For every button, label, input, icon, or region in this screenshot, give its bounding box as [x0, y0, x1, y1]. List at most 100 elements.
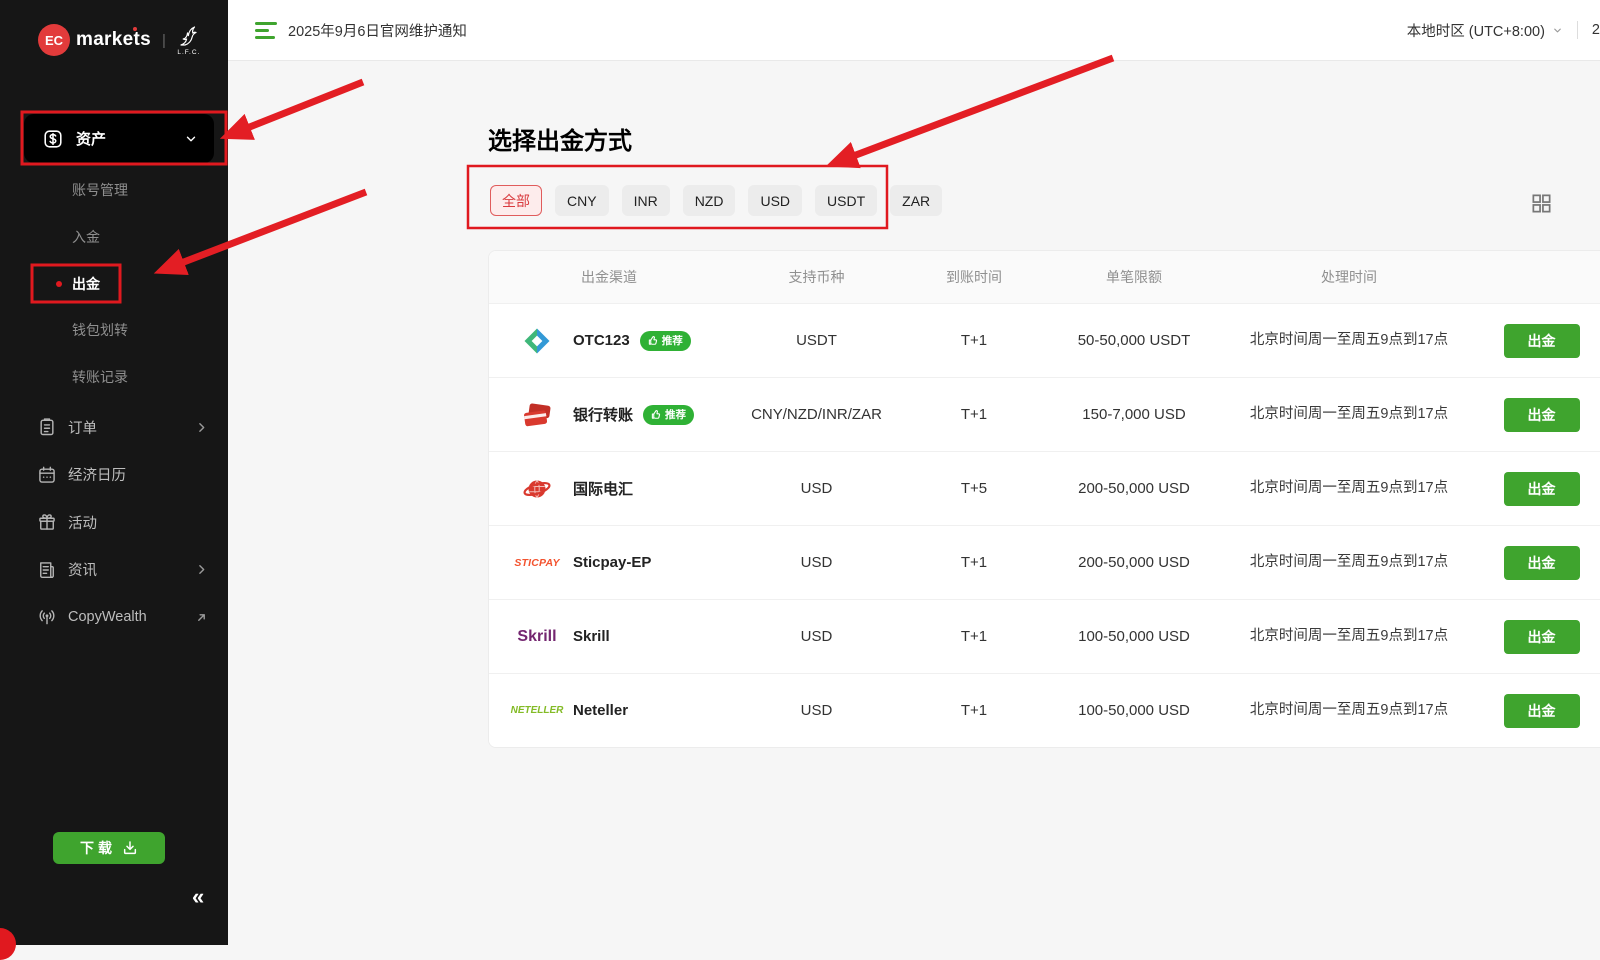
table-row: 国际电汇 USD T+5 200-50,000 USD 北京时间周一至周五9点到…: [489, 451, 1600, 525]
liver-bird-icon: [177, 24, 201, 48]
channel-cell: STICPAY Sticpay-EP: [489, 554, 729, 571]
annotation-arrow-assets: [242, 82, 363, 130]
topbar-right: 本地时区 (UTC+8:00) 2: [1407, 0, 1600, 60]
processing-cell: 北京时间周一至周五9点到17点: [1224, 329, 1474, 353]
sidebar-item-orders[interactable]: 订单: [0, 413, 228, 441]
channel-name: Sticpay-EP: [573, 554, 651, 571]
processing-cell: 北京时间周一至周五9点到17点: [1224, 403, 1474, 427]
card-view-toggle-icon[interactable]: [1530, 192, 1553, 215]
table-row: STICPAY Sticpay-EP USD T+1 200-50,000 US…: [489, 525, 1600, 599]
sidebar-item-label: 活动: [68, 512, 97, 533]
filter-chip-CNY[interactable]: CNY: [555, 185, 609, 216]
currency-cell: USDT: [729, 332, 904, 349]
chevron-right-icon: [195, 563, 208, 576]
sidebar-item-label: 经济日历: [68, 464, 126, 485]
download-icon: [122, 840, 138, 856]
sidebar-item-copywealth[interactable]: CopyWealth: [0, 603, 228, 631]
filter-chip-INR[interactable]: INR: [622, 185, 670, 216]
currency-cell: USD: [729, 554, 904, 571]
recommended-badge: 推荐: [643, 405, 694, 425]
arrival-cell: T+1: [904, 332, 1044, 349]
sidebar-item-economic-calendar[interactable]: 经济日历: [0, 461, 228, 489]
lfc-logo: L.F.C.: [177, 24, 201, 56]
limit-cell: 150-7,000 USD: [1044, 406, 1224, 423]
sticpay-logo: STICPAY: [514, 557, 559, 569]
thumb-up-icon: [651, 409, 662, 420]
sidebar-item-assets[interactable]: 资产: [24, 114, 214, 163]
news-icon: [36, 560, 58, 580]
arrival-cell: T+1: [904, 628, 1044, 645]
withdraw-button[interactable]: 出金: [1504, 620, 1580, 654]
withdraw-button[interactable]: 出金: [1504, 472, 1580, 506]
topbar: 2025年9月6日官网维护通知 本地时区 (UTC+8:00) 2: [228, 0, 1600, 61]
sidebar-item-account-management[interactable]: 账号管理: [72, 179, 128, 201]
withdrawal-methods-table: 出金渠道支持币种到账时间单笔限额处理时间 OTC123推荐 USDT T+1 5…: [488, 250, 1600, 748]
table-header: 出金渠道支持币种到账时间单笔限额处理时间: [489, 251, 1600, 303]
timezone-selector[interactable]: 本地时区 (UTC+8:00): [1407, 20, 1545, 41]
currency-cell: USD: [729, 480, 904, 497]
currency-filter-group: 全部 CNY INR NZD USD USDT ZAR: [490, 185, 942, 216]
withdraw-button[interactable]: 出金: [1504, 694, 1580, 728]
channel-name: Neteller: [573, 702, 628, 719]
column-header: 单笔限额: [1044, 267, 1224, 287]
sidebar-item-label: 资讯: [68, 559, 97, 580]
sidebar-item-label: 资产: [76, 128, 106, 149]
column-header: 出金渠道: [489, 267, 729, 287]
dollar-square-icon: [42, 128, 64, 150]
limit-cell: 200-50,000 USD: [1044, 480, 1224, 497]
filter-chip-USDT[interactable]: USDT: [815, 185, 877, 216]
sidebar-item-withdraw[interactable]: 出金: [72, 273, 100, 295]
processing-cell: 北京时间周一至周五9点到17点: [1224, 699, 1474, 723]
otc123-icon: [513, 326, 561, 356]
currency-cell: USD: [729, 702, 904, 719]
table-row: Skrill Skrill USD T+1 100-50,000 USD 北京时…: [489, 599, 1600, 673]
channel-name: 银行转账: [573, 404, 633, 425]
sidebar-item-news[interactable]: 资讯: [0, 556, 228, 584]
currency-cell: USD: [729, 628, 904, 645]
processing-cell: 北京时间周一至周五9点到17点: [1224, 477, 1474, 501]
withdraw-button[interactable]: 出金: [1504, 324, 1580, 358]
skrill-logo: Skrill: [517, 628, 556, 646]
caret-down-icon: [1552, 25, 1563, 36]
limit-cell: 50-50,000 USDT: [1044, 332, 1224, 349]
ec-markets-logo-icon: EC: [38, 24, 70, 56]
filter-chip-全部[interactable]: 全部: [490, 185, 542, 216]
channel-cell: OTC123推荐: [489, 326, 729, 356]
withdraw-button[interactable]: 出金: [1504, 546, 1580, 580]
sidebar-item-deposit[interactable]: 入金: [72, 226, 100, 248]
ec-markets-wordmark: markets: [76, 29, 151, 51]
logo-divider: |: [162, 32, 166, 49]
announcement-text: 2025年9月6日官网维护通知: [288, 20, 467, 41]
channel-cell: 银行转账推荐: [489, 400, 729, 430]
table-row: NETELLER Neteller USD T+1 100-50,000 USD…: [489, 673, 1600, 747]
annotation-arrow-filters: [848, 58, 1113, 158]
sidebar-item-wallet-transfer[interactable]: 钱包划转: [72, 319, 128, 341]
broadcast-icon: [36, 607, 58, 627]
filter-chip-USD[interactable]: USD: [748, 185, 802, 216]
clock-partial: 2: [1592, 22, 1600, 38]
announcement-link[interactable]: 2025年9月6日官网维护通知: [255, 0, 467, 60]
lfc-label: L.F.C.: [177, 49, 200, 56]
channel-cell: Skrill Skrill: [489, 628, 729, 646]
sidebar-item-transfer-records[interactable]: 转账记录: [72, 366, 128, 388]
channel-name: 国际电汇: [573, 478, 633, 499]
skrill-wordmark: Skrill: [513, 628, 561, 646]
table-row: OTC123推荐 USDT T+1 50-50,000 USDT 北京时间周一至…: [489, 303, 1600, 377]
download-button[interactable]: 下载: [53, 832, 165, 864]
download-label: 下载: [80, 838, 116, 858]
chevron-right-icon: [195, 421, 208, 434]
sticpay-wordmark: STICPAY: [513, 557, 561, 569]
channel-name: OTC123: [573, 332, 630, 349]
collapse-sidebar-button[interactable]: «: [192, 884, 204, 910]
channel-name: Skrill: [573, 628, 610, 645]
withdraw-button[interactable]: 出金: [1504, 398, 1580, 432]
filter-chip-ZAR[interactable]: ZAR: [890, 185, 942, 216]
clipboard-icon: [36, 417, 58, 437]
column-header: 支持币种: [729, 267, 904, 287]
filter-chip-NZD[interactable]: NZD: [683, 185, 736, 216]
column-header: 处理时间: [1224, 267, 1474, 287]
neteller-wordmark: NETELLER: [513, 705, 561, 716]
sidebar-item-activities[interactable]: 活动: [0, 508, 228, 536]
arrival-cell: T+5: [904, 480, 1044, 497]
page-title: 选择出金方式: [488, 121, 632, 156]
